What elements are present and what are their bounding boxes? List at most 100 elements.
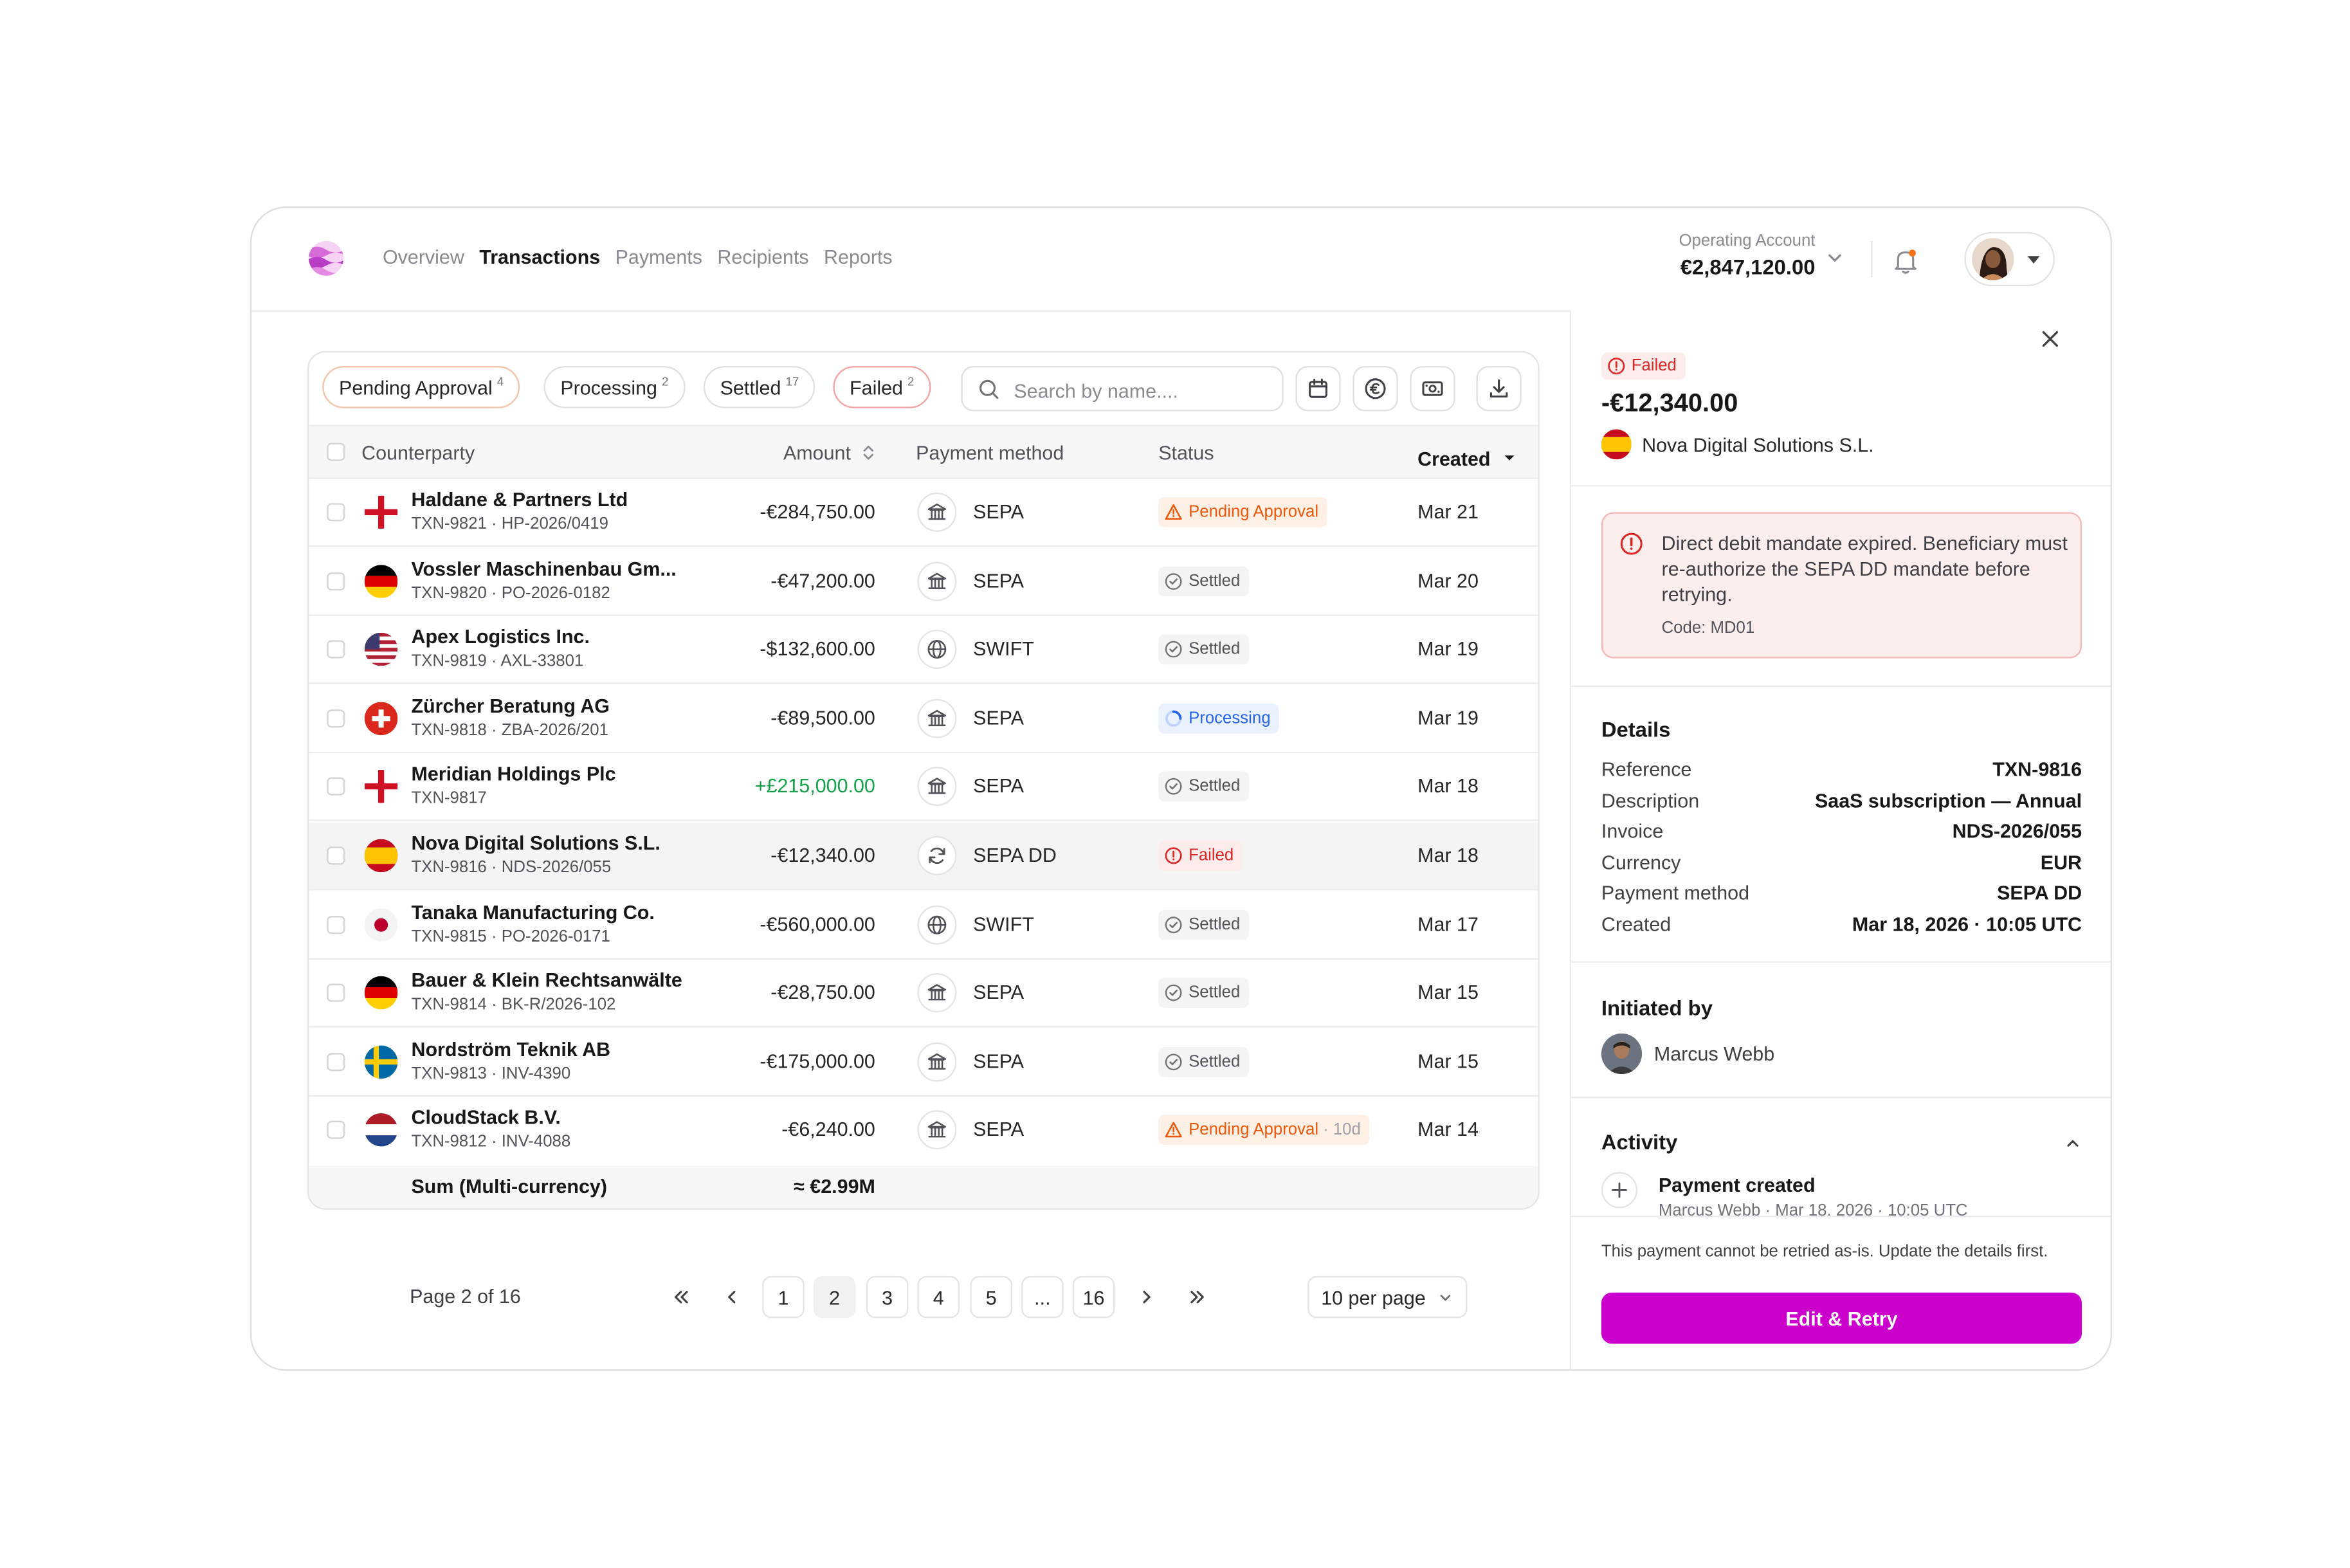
status-label: Pending Approval <box>1189 503 1319 522</box>
activity-title: Activity <box>1601 1129 1678 1154</box>
row-checkbox[interactable] <box>327 572 345 590</box>
first-page-button[interactable] <box>660 1276 702 1318</box>
page-button[interactable]: 1 <box>762 1275 805 1318</box>
counterparty-name: CloudStack B.V. <box>411 1106 561 1129</box>
transaction-reference: TXN-9819 · AXL-33801 <box>411 652 584 671</box>
status-badge: Settled <box>1158 634 1250 665</box>
row-checkbox[interactable] <box>327 778 345 796</box>
check-circle-icon <box>1165 916 1182 933</box>
row-checkbox[interactable] <box>327 640 345 659</box>
table-row[interactable]: Meridian Holdings Plc TXN-9817 +£215,000.0… <box>309 754 1538 822</box>
close-icon[interactable] <box>2037 325 2064 352</box>
status-badge: Processing <box>1158 703 1280 734</box>
account-switcher[interactable]: Operating Account €2,847,120.00 <box>1679 232 1815 279</box>
divider <box>1571 961 2111 963</box>
bank-icon <box>917 767 957 807</box>
amount-value: -€12,340.00 <box>770 843 875 866</box>
next-page-button[interactable] <box>1125 1276 1168 1318</box>
created-date: Mar 14 <box>1417 1118 1479 1142</box>
row-checkbox[interactable] <box>327 846 345 865</box>
prev-page-button[interactable] <box>711 1276 754 1318</box>
bell-icon[interactable] <box>1889 244 1922 277</box>
row-checkbox[interactable] <box>327 1121 345 1140</box>
chevron-down-icon[interactable] <box>1825 247 1846 268</box>
nav-recipients[interactable]: Recipients <box>717 246 808 268</box>
chip-count: 4 <box>496 374 504 388</box>
payment-method-label: SEPA DD <box>973 843 1057 866</box>
status-label: Settled <box>1189 983 1241 1003</box>
chevron-up-icon[interactable] <box>2064 1135 2082 1153</box>
table-row[interactable]: Tanaka Manufacturing Co. TXN-9815 · PO-20… <box>309 891 1538 960</box>
page-button[interactable]: 3 <box>866 1275 909 1318</box>
banknote-icon <box>1422 381 1443 396</box>
nav-overview[interactable]: Overview <box>383 246 464 268</box>
filter-chip-pending-approval[interactable]: Pending Approval 4 <box>322 366 520 408</box>
brand-logo-icon[interactable] <box>307 239 345 277</box>
england-flag-icon <box>364 495 398 529</box>
counterparty-name: Bauer & Klein Rechtsanwälte <box>411 969 682 992</box>
edit-retry-button[interactable]: Edit & Retry <box>1601 1292 2082 1344</box>
chevrons-left-icon <box>674 1290 688 1304</box>
table-row[interactable]: Nordström Teknik AB TXN-9813 · INV-4390 -€… <box>309 1028 1538 1097</box>
status-label: Pending Approval <box>1189 1121 1319 1140</box>
amount-value: +£215,000.00 <box>754 774 875 798</box>
currency-filter-button[interactable] <box>1353 366 1398 412</box>
per-page-select[interactable]: 10 per page <box>1307 1275 1468 1318</box>
created-date: Mar 15 <box>1417 1050 1479 1073</box>
transaction-reference: TXN-9812 · INV-4088 <box>411 1133 571 1152</box>
export-button[interactable] <box>1476 366 1522 412</box>
detail-key: Description <box>1601 789 1700 812</box>
bank-icon <box>917 1111 957 1151</box>
col-header-amount[interactable]: Amount <box>783 441 876 464</box>
row-checkbox[interactable] <box>327 983 345 1003</box>
payment-method-label: SEPA <box>973 1118 1025 1142</box>
page-button[interactable]: 5 <box>970 1275 1013 1318</box>
last-page-button[interactable] <box>1176 1276 1219 1318</box>
table-row[interactable]: Zürcher Beratung AG TXN-9818 · ZBA-2026/2… <box>309 685 1538 753</box>
germany-flag-icon <box>364 564 398 597</box>
search-input[interactable] <box>1010 373 1273 407</box>
filter-chip-failed[interactable]: Failed 2 <box>833 366 931 408</box>
table-row[interactable]: Bauer & Klein Rechtsanwälte TXN-9814 · BK… <box>309 960 1538 1028</box>
bank-icon <box>917 698 957 738</box>
table-row[interactable]: Apex Logistics Inc. TXN-9819 · AXL-33801 -… <box>309 616 1538 684</box>
row-checkbox[interactable] <box>327 709 345 727</box>
table-row[interactable]: Nova Digital Solutions S.L. TXN-9816 · ND… <box>309 822 1538 891</box>
payment-method-label: SWIFT <box>973 637 1034 661</box>
chip-count: 2 <box>907 374 915 388</box>
amount-value: -€89,500.00 <box>770 706 875 729</box>
pagination: Page 2 of 16 1 2 3 4 5 ... 16 10 per pag… <box>307 1273 1536 1321</box>
nav-transactions[interactable]: Transactions <box>479 246 600 268</box>
table-row[interactable]: CloudStack B.V. TXN-9812 · INV-4088 -€6,24… <box>309 1097 1538 1169</box>
detail-key: Created <box>1601 913 1671 936</box>
payment-method-label: SEPA <box>973 774 1025 798</box>
divider <box>1571 485 2111 487</box>
filter-chip-processing[interactable]: Processing 2 <box>543 366 686 408</box>
detail-key: Payment method <box>1601 881 1750 904</box>
col-header-payment-method[interactable]: Payment method <box>916 441 1064 464</box>
page-ellipsis[interactable]: ... <box>1021 1275 1064 1318</box>
status-age: · 10d <box>1323 1121 1361 1140</box>
col-header-created[interactable]: Created <box>1417 448 1515 470</box>
col-header-status[interactable]: Status <box>1158 441 1214 464</box>
user-menu[interactable] <box>1964 232 2055 287</box>
amount-filter-button[interactable] <box>1410 366 1455 412</box>
select-all-checkbox[interactable] <box>327 442 345 461</box>
table-row[interactable]: Vossler Maschinenbau Gm... TXN-9820 · PO-… <box>309 548 1538 616</box>
initiator-name: Marcus Webb <box>1653 1042 1775 1066</box>
row-checkbox[interactable] <box>327 503 345 522</box>
page-button-current[interactable]: 2 <box>813 1275 856 1318</box>
nav-payments[interactable]: Payments <box>615 246 702 268</box>
page-button[interactable]: 4 <box>917 1275 960 1318</box>
filter-chip-settled[interactable]: Settled 17 <box>703 366 816 408</box>
date-filter-button[interactable] <box>1295 366 1341 412</box>
page-button[interactable]: 16 <box>1072 1275 1115 1318</box>
table-row[interactable]: Haldane & Partners Ltd TXN-9821 · HP-2026… <box>309 479 1538 547</box>
payment-method-label: SEPA <box>973 569 1025 592</box>
col-header-counterparty[interactable]: Counterparty <box>361 441 475 464</box>
plus-icon <box>1612 1182 1627 1198</box>
row-checkbox[interactable] <box>327 915 345 934</box>
nav-reports[interactable]: Reports <box>824 246 893 268</box>
detail-value: SaaS subscription — Annual <box>1814 789 2082 812</box>
row-checkbox[interactable] <box>327 1052 345 1071</box>
